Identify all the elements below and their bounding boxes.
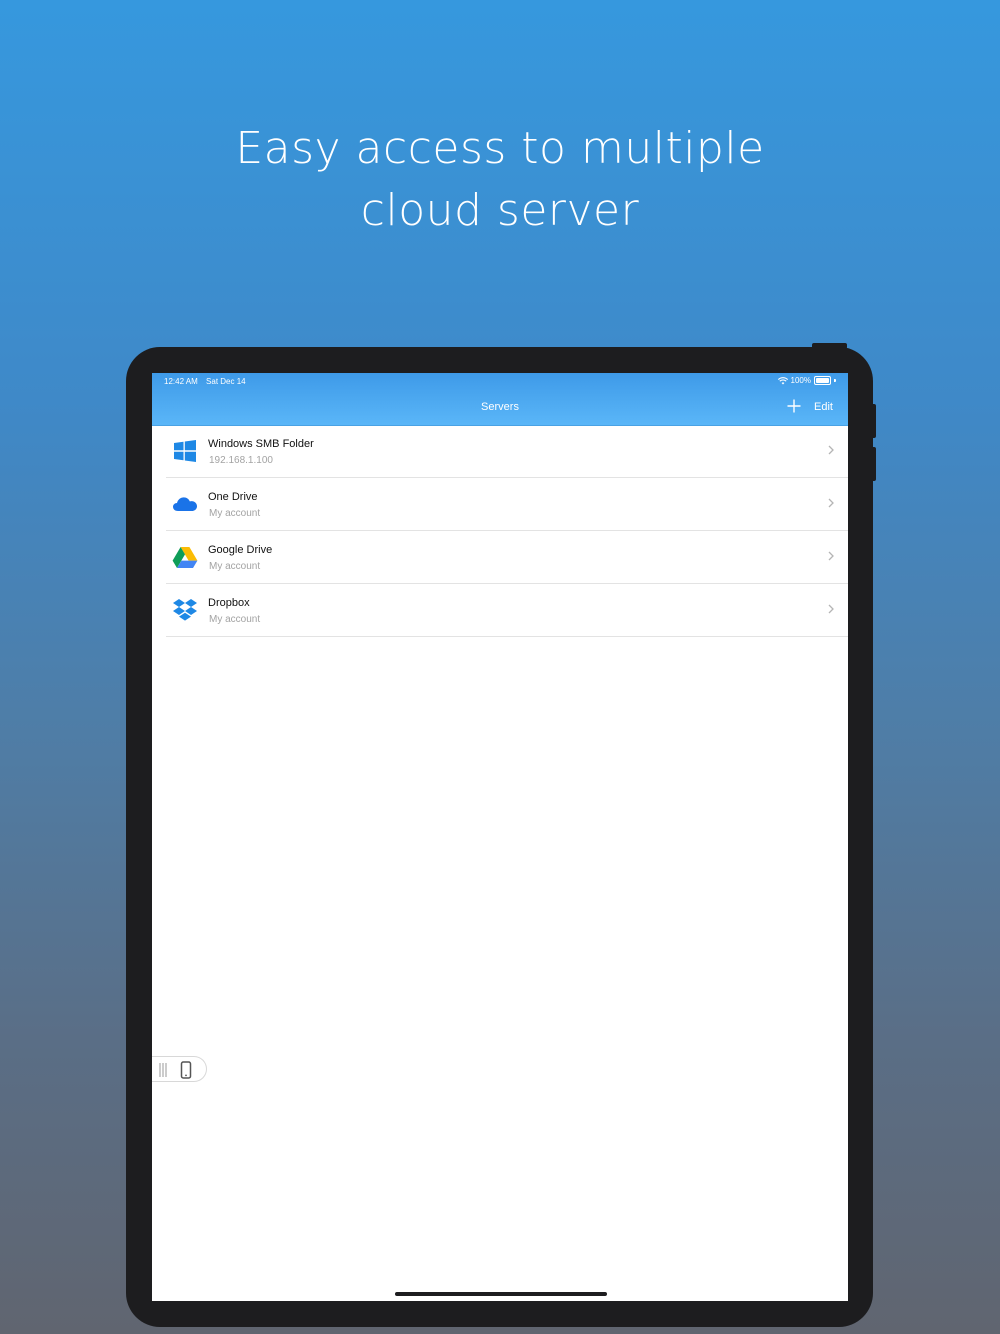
grip-icon [159,1063,167,1077]
navigation-bar: 12:42 AM Sat Dec 14 100% Servers Edit [152,373,848,426]
chevron-right-icon [828,498,834,508]
server-subtitle: 192.168.1.100 [209,455,273,466]
chevron-right-icon [828,445,834,455]
server-subtitle: My account [209,561,261,572]
headline: Easy access to multiple cloud server [0,118,1000,242]
status-time: 12:42 AM [164,377,198,386]
windows-icon [172,438,198,464]
server-title: Google Drive [208,544,273,556]
split-view-handle[interactable] [152,1056,207,1082]
chevron-right-icon [828,551,834,561]
onedrive-icon [172,491,198,517]
chevron-right-icon [828,604,834,614]
battery-percent: 100% [790,376,811,385]
battery-tip [834,379,836,382]
status-date: Sat Dec 14 [206,377,246,386]
wifi-icon [777,376,788,384]
status-bar-right: 100% [777,376,836,385]
nav-title: Servers [481,401,519,413]
server-title: Dropbox [208,597,250,609]
tablet-screen: 12:42 AM Sat Dec 14 100% Servers Edit Wi… [152,373,848,1301]
home-indicator[interactable] [395,1292,607,1296]
server-row-dropbox[interactable]: Dropbox My account [166,584,848,637]
server-subtitle: My account [209,508,261,519]
server-row-windows-smb[interactable]: Windows SMB Folder 192.168.1.100 [166,425,848,478]
plus-icon[interactable] [786,398,802,414]
edit-button[interactable]: Edit [814,401,833,413]
google-drive-icon [172,544,198,570]
server-subtitle: My account [209,614,261,625]
phone-icon [180,1061,192,1079]
server-title: Windows SMB Folder [208,438,314,450]
dropbox-icon [172,597,198,623]
headline-line-1: Easy access to multiple [235,123,765,174]
headline-line-2: cloud server [360,185,640,236]
battery-icon [814,376,831,385]
server-row-onedrive[interactable]: One Drive My account [166,478,848,531]
server-list: Windows SMB Folder 192.168.1.100 One Dri… [152,425,848,637]
server-row-google-drive[interactable]: Google Drive My account [166,531,848,584]
server-title: One Drive [208,491,258,503]
status-bar-left: 12:42 AM Sat Dec 14 [164,377,252,386]
